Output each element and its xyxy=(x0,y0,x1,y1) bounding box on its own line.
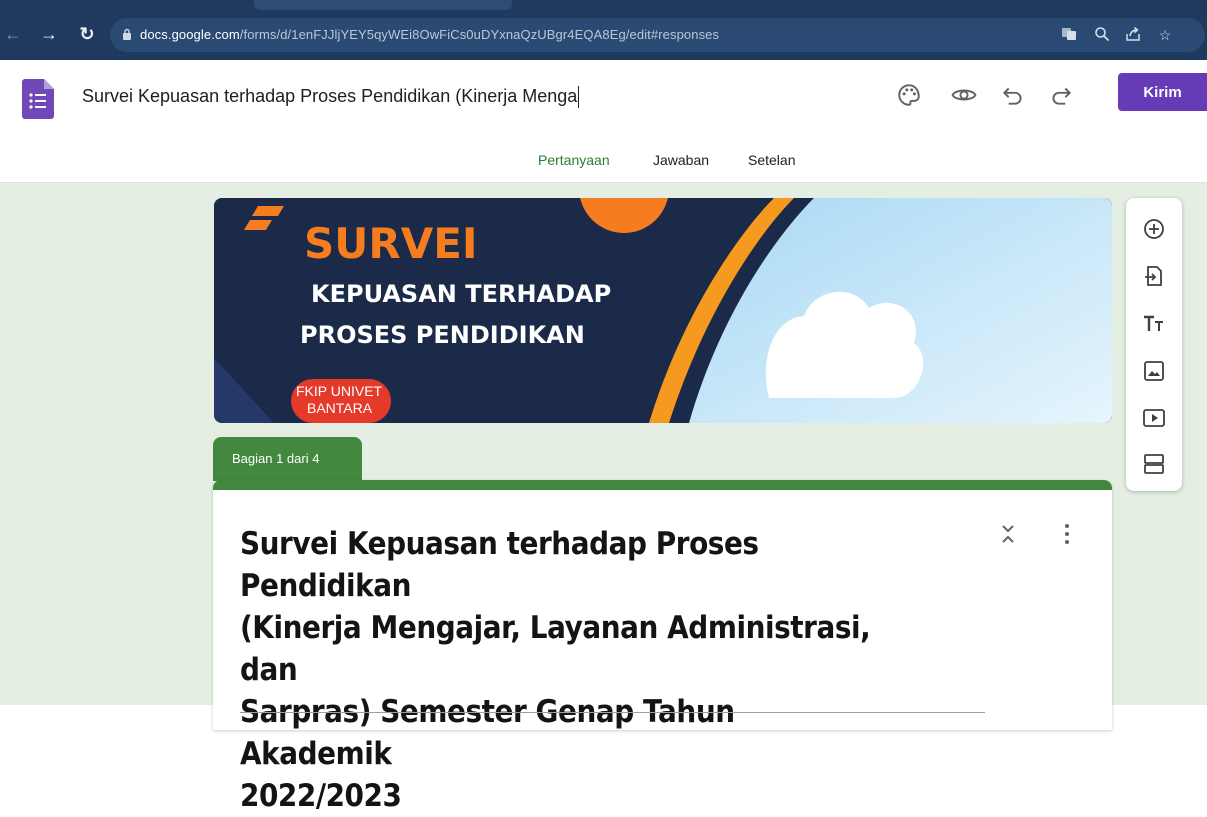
tab-settings[interactable]: Setelan xyxy=(748,152,795,168)
browser-tab-strip xyxy=(0,0,1207,10)
banner-badge-line1: FKIP UNIVET xyxy=(296,383,383,399)
add-question-icon[interactable] xyxy=(1140,215,1168,243)
section-badge: Bagian 1 dari 4 xyxy=(213,437,362,481)
add-title-description-icon[interactable] xyxy=(1140,310,1168,338)
tab-questions[interactable]: Pertanyaan xyxy=(538,152,610,168)
form-document-title[interactable]: Survei Kepuasan terhadap Proses Pendidik… xyxy=(82,86,580,109)
share-icon[interactable] xyxy=(1124,26,1142,44)
more-options-icon[interactable] xyxy=(1056,521,1078,547)
forward-icon[interactable]: → xyxy=(38,23,60,45)
translate-icon[interactable] xyxy=(1060,26,1078,44)
banner-line2: PROSES PENDIDIKAN xyxy=(300,321,585,349)
preview-eye-icon[interactable] xyxy=(951,82,977,108)
add-image-icon[interactable] xyxy=(1140,357,1168,385)
title-underline xyxy=(240,712,985,713)
browser-bar: ← → ↻ docs.google.com/forms/d/1enFJJljYE… xyxy=(0,0,1207,60)
banner-artwork: SURVEI KEPUASAN TERHADAP PROSES PENDIDIK… xyxy=(214,198,1112,423)
forms-header: Survei Kepuasan terhadap Proses Pendidik… xyxy=(0,60,1207,138)
banner-badge-line2: BANTARA xyxy=(307,400,373,416)
add-video-icon[interactable] xyxy=(1140,404,1168,432)
palette-icon[interactable] xyxy=(896,82,922,108)
bookmark-star-icon[interactable]: ☆ xyxy=(1156,26,1174,44)
banner-line1: KEPUASAN TERHADAP xyxy=(311,280,611,308)
form-editor-canvas: SURVEI KEPUASAN TERHADAP PROSES PENDIDIK… xyxy=(0,183,1207,814)
import-questions-icon[interactable] xyxy=(1140,262,1168,290)
forms-logo-icon[interactable] xyxy=(22,79,54,119)
tab-responses[interactable]: Jawaban xyxy=(653,152,709,168)
add-section-icon[interactable] xyxy=(1140,450,1168,478)
lock-icon xyxy=(123,28,131,40)
floating-toolbar xyxy=(1126,198,1182,491)
send-button[interactable]: Kirim xyxy=(1118,73,1207,111)
browser-toolbar: ← → ↻ docs.google.com/forms/d/1enFJJljYE… xyxy=(0,10,1207,60)
collapse-section-icon[interactable] xyxy=(997,521,1019,547)
browser-tab[interactable] xyxy=(254,0,512,10)
zoom-icon[interactable] xyxy=(1093,26,1111,44)
header-banner-image[interactable]: SURVEI KEPUASAN TERHADAP PROSES PENDIDIK… xyxy=(214,198,1112,423)
reload-icon[interactable]: ↻ xyxy=(76,23,98,45)
form-title[interactable]: Survei Kepuasan terhadap Proses Pendidik… xyxy=(240,523,888,817)
address-bar[interactable]: docs.google.com/forms/d/1enFJJljYEY5qyWE… xyxy=(110,18,1205,52)
redo-icon[interactable] xyxy=(1048,82,1074,108)
form-tabs: Pertanyaan Jawaban Setelan xyxy=(0,138,1207,183)
banner-headline: SURVEI xyxy=(304,219,478,268)
undo-icon[interactable] xyxy=(1000,82,1026,108)
back-icon[interactable]: ← xyxy=(2,23,24,45)
url-text: docs.google.com/forms/d/1enFJJljYEY5qyWE… xyxy=(140,27,720,42)
form-title-card[interactable]: Survei Kepuasan terhadap Proses Pendidik… xyxy=(213,480,1112,814)
